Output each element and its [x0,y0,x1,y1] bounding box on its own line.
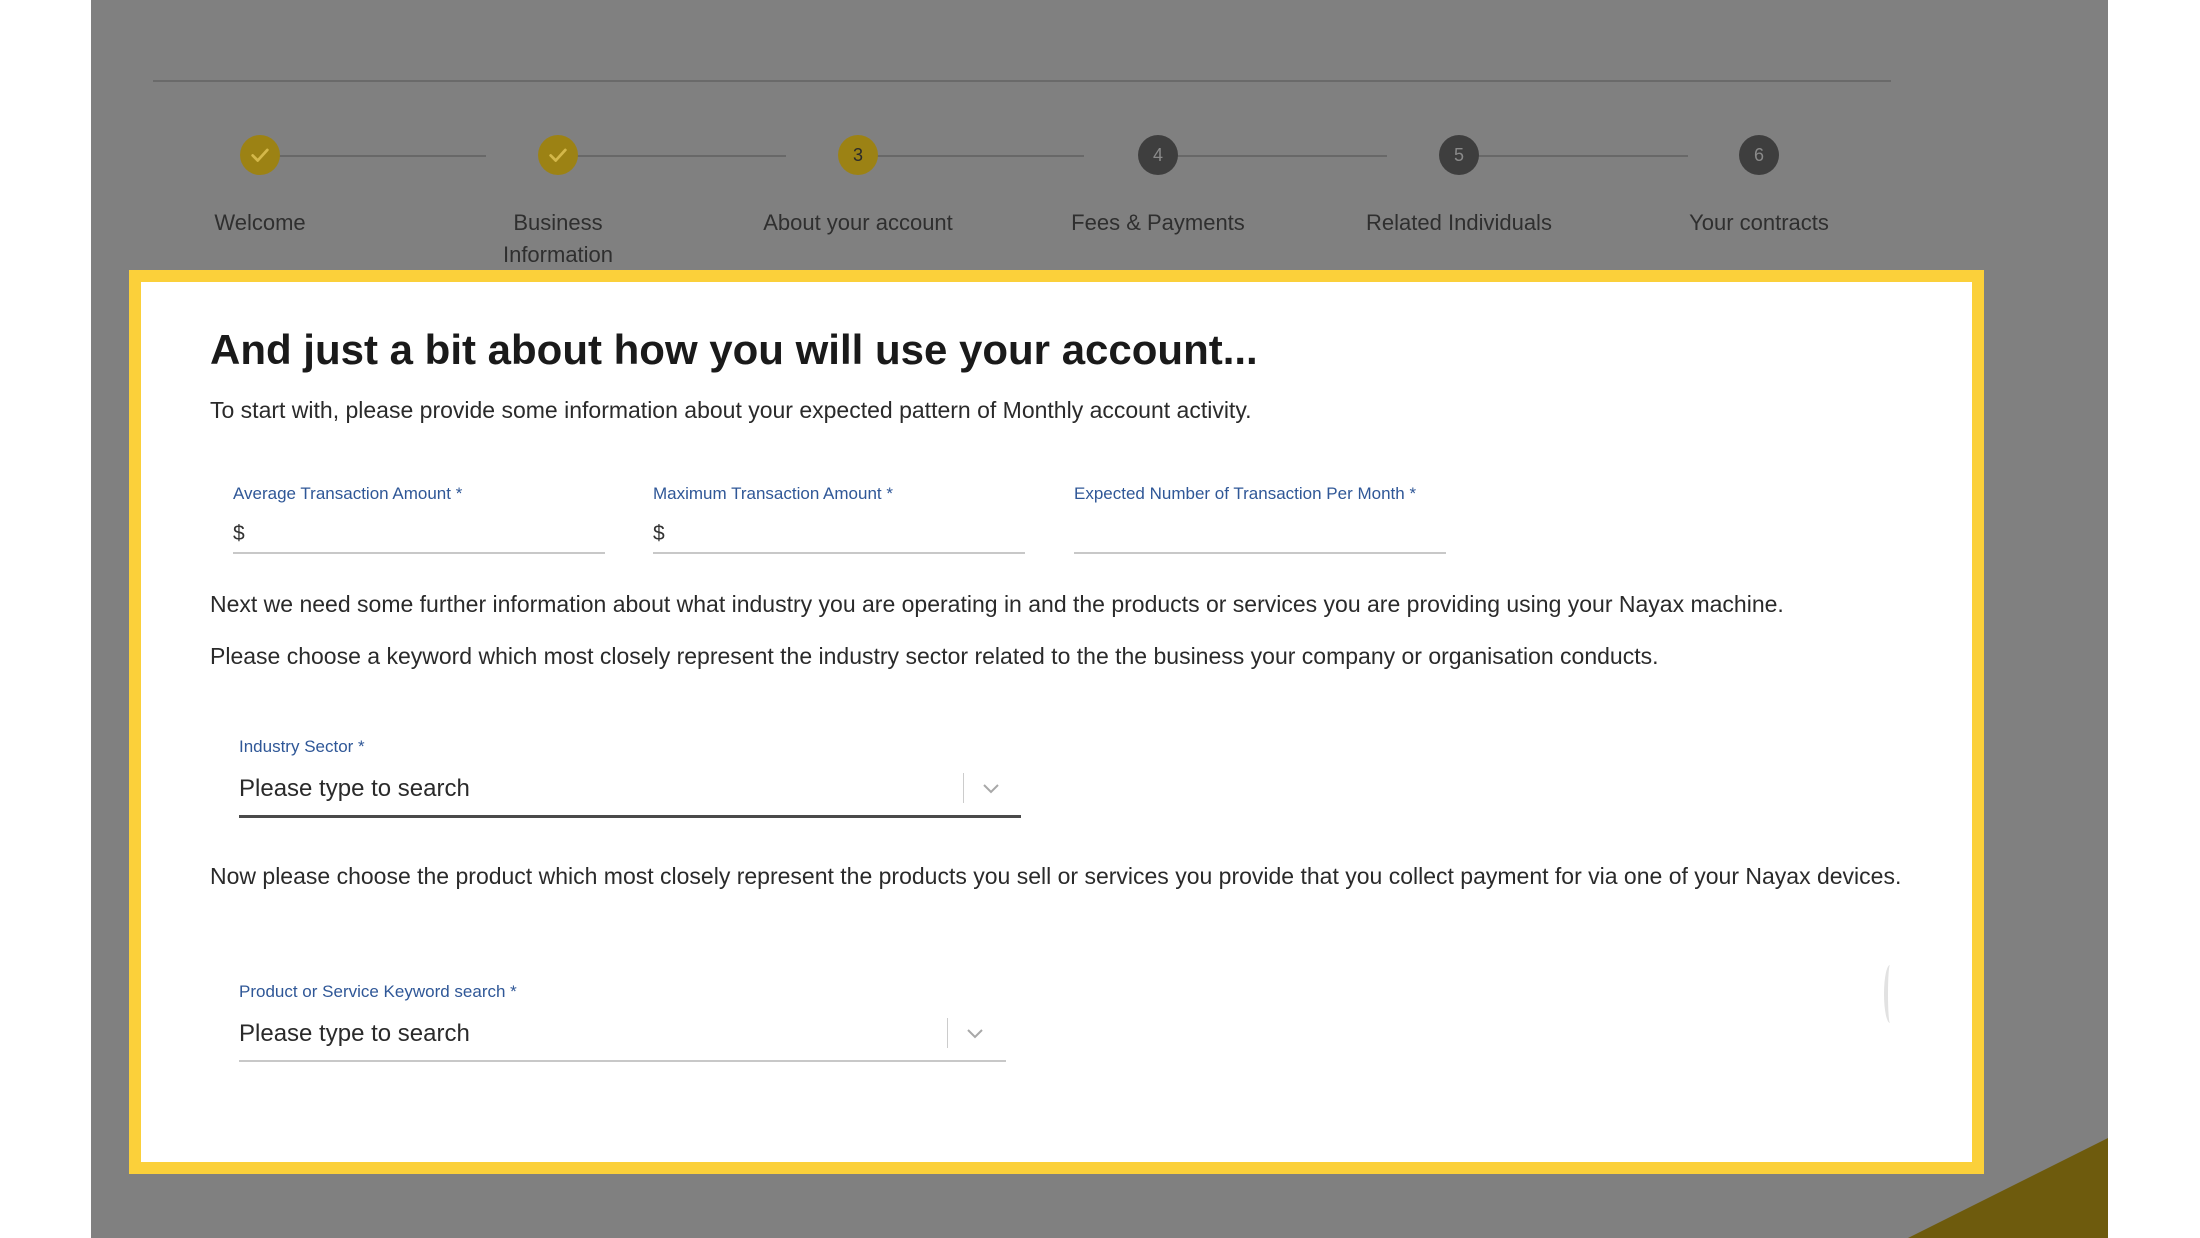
search-placeholder: Please type to search [239,1020,470,1047]
field-label: Industry Sector * [239,737,365,756]
keyword-intro-text: Please choose a keyword which most close… [210,643,1659,669]
product-intro-text: Now please choose the product which most… [210,863,1902,889]
account-usage-form: And just a bit about how you will use yo… [129,270,1984,1174]
currency-prefix: $ [233,522,245,545]
step-label: Related Individuals [1366,210,1552,235]
step-label: Fees & Payments [1071,210,1245,235]
transactions-per-month-field[interactable]: Expected Number of Transaction Per Month… [1074,484,1446,554]
chevron-down-icon[interactable] [963,1021,987,1045]
step-label: Business Information [502,210,614,267]
industry-intro-text: Next we need some further information ab… [210,591,1784,617]
step-circle [240,135,280,175]
field-underline [1074,552,1446,554]
step-number: 5 [1439,135,1479,175]
search-placeholder: Please type to search [239,775,470,802]
field-underline [233,552,605,554]
step-circle [538,135,578,175]
step-welcome[interactable]: Welcome [110,135,410,239]
scroll-handle[interactable] [1884,965,1896,1023]
field-label: Maximum Transaction Amount * [653,484,893,503]
checkmark-icon [251,148,269,162]
select-separator [963,773,964,803]
step-number: 3 [838,135,878,175]
progress-stepper: Welcome Business Information 3 About you… [91,0,2108,270]
checkmark-icon [549,148,567,162]
step-label: Welcome [214,210,306,235]
step-related-individuals[interactable]: 5 Related Individuals [1309,135,1609,239]
step-number: 6 [1739,135,1779,175]
page-title: And just a bit about how you will use yo… [210,326,1258,373]
step-label: Your contracts [1689,210,1829,235]
currency-prefix: $ [653,522,665,545]
field-underline [239,1060,1006,1062]
field-underline [239,815,1021,818]
chevron-down-icon[interactable] [979,776,1003,800]
field-label: Expected Number of Transaction Per Month… [1074,484,1417,503]
select-separator [947,1018,948,1048]
field-underline [653,552,1025,554]
step-business-information[interactable]: Business Information [408,135,708,271]
step-fees-payments[interactable]: 4 Fees & Payments [1008,135,1308,239]
field-label: Average Transaction Amount * [233,484,463,503]
maximum-transaction-amount-field[interactable]: Maximum Transaction Amount * $ [653,484,1025,554]
step-your-contracts[interactable]: 6 Your contracts [1609,135,1909,239]
average-transaction-amount-field[interactable]: Average Transaction Amount * $ [233,484,605,554]
step-number: 4 [1138,135,1178,175]
step-about-your-account[interactable]: 3 About your account [708,135,1008,239]
product-service-select[interactable]: Product or Service Keyword search * Plea… [239,982,1006,1062]
field-label: Product or Service Keyword search * [239,982,517,1001]
industry-sector-select[interactable]: Industry Sector * Please type to search [239,737,1021,818]
intro-text: To start with, please provide some infor… [210,397,1252,423]
step-label: About your account [763,210,953,235]
